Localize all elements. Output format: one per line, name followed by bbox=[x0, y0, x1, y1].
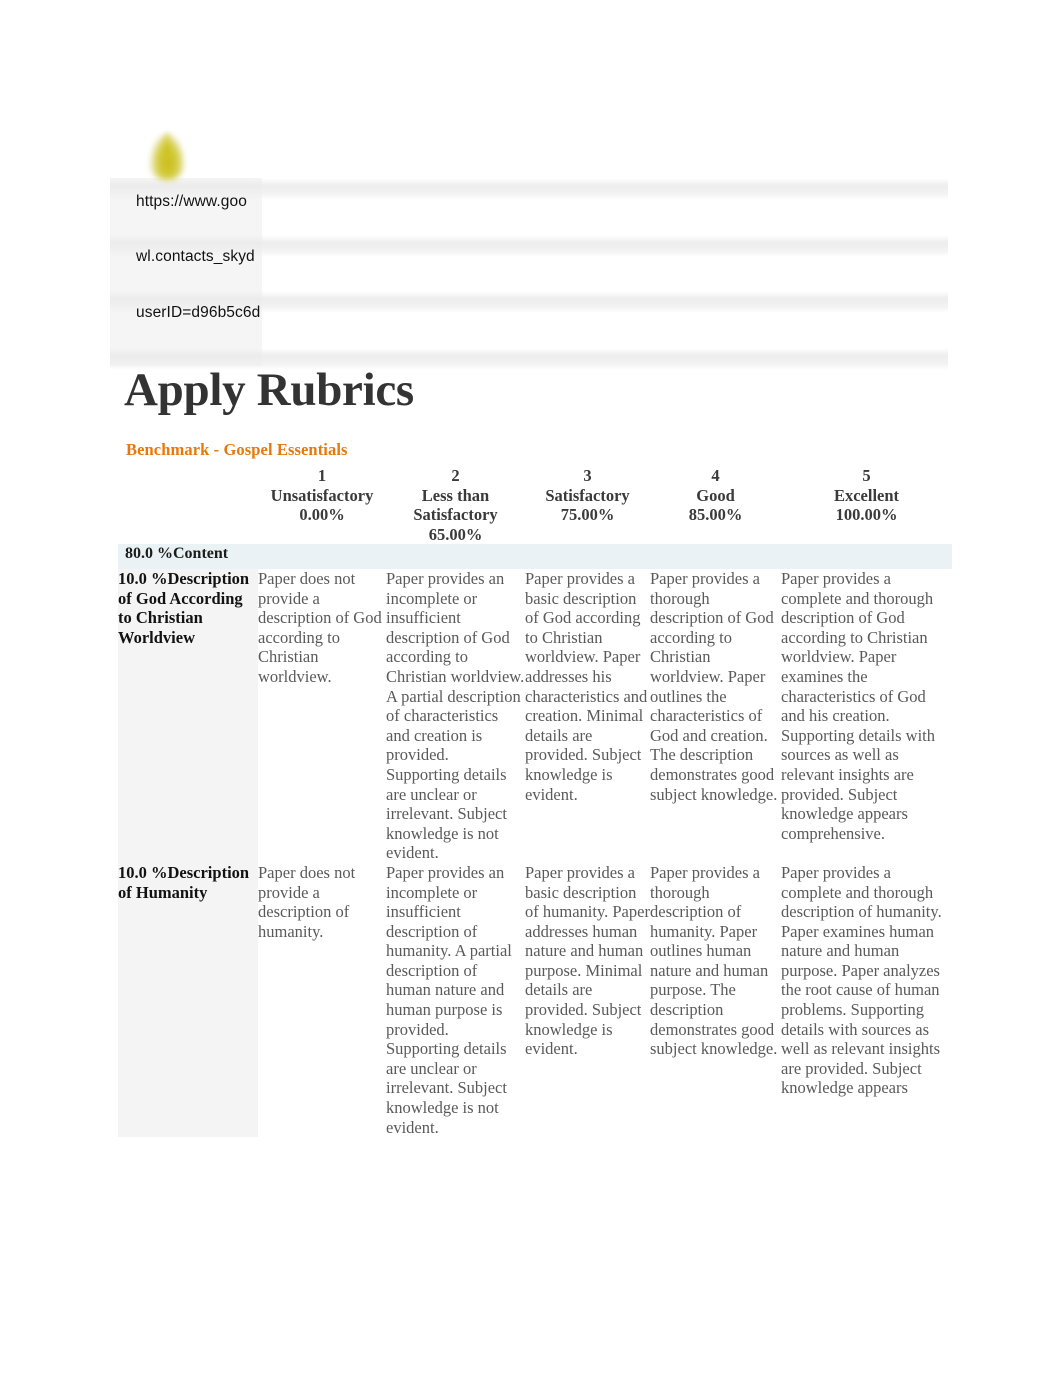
cell-text: Paper provides a thorough description of… bbox=[650, 862, 778, 1059]
cell-text: Paper provides a thorough description of… bbox=[650, 569, 778, 804]
column-number: 2 bbox=[451, 466, 460, 485]
cell-text: Paper provides a basic description of Go… bbox=[525, 569, 648, 804]
section-band-fill bbox=[781, 544, 952, 569]
column-label: Satisfactory bbox=[545, 485, 630, 505]
cell-text: Paper does not provide a description of … bbox=[258, 569, 382, 686]
column-header-3: 3 Satisfactory 75.00% bbox=[525, 466, 650, 544]
criterion-cell-satisfactory: Paper provides a basic description of Go… bbox=[525, 569, 650, 863]
header-url-line-3: userID=d96b5c6d bbox=[136, 304, 261, 321]
criterion-cell-unsatisfactory: Paper does not provide a description of … bbox=[258, 569, 386, 863]
criterion-cell-satisfactory: Paper provides a basic description of hu… bbox=[525, 862, 650, 1138]
column-header-5: 5 Excellent 100.00% bbox=[781, 466, 952, 544]
cell-text: Paper provides a complete and thorough d… bbox=[781, 862, 942, 1098]
column-percent: 75.00% bbox=[560, 505, 615, 524]
criterion-label: 10.0 %Description of Humanity bbox=[118, 862, 258, 1138]
rubric-name-heading: Benchmark - Gospel Essentials bbox=[126, 440, 348, 459]
page-bottom-clip bbox=[0, 1248, 1062, 1377]
cell-text: Paper provides a complete and thorough d… bbox=[781, 569, 935, 843]
criterion-cell-unsatisfactory: Paper does not provide a description of … bbox=[258, 862, 386, 1138]
criterion-cell-good: Paper provides a thorough description of… bbox=[650, 569, 781, 863]
column-percent: 65.00% bbox=[428, 524, 483, 544]
section-band-fill bbox=[386, 544, 525, 569]
column-number: 1 bbox=[317, 466, 327, 485]
document-header: https://www.goo wl.contacts_skyd userID=… bbox=[110, 130, 948, 370]
section-band-row: 80.0 %Content bbox=[118, 544, 952, 569]
table-header-row: 1 Unsatisfactory 0.00% 2 Less than Satis… bbox=[118, 466, 952, 544]
cell-text: Paper provides a basic description of hu… bbox=[525, 862, 650, 1059]
section-band-fill bbox=[525, 544, 650, 569]
section-band-fill bbox=[650, 544, 781, 569]
column-label: Less than Satisfactory bbox=[413, 485, 498, 525]
column-number: 5 bbox=[862, 466, 871, 485]
criterion-label: 10.0 %Description of God According to Ch… bbox=[118, 569, 258, 863]
rubric-table: 1 Unsatisfactory 0.00% 2 Less than Satis… bbox=[118, 466, 952, 1138]
page-title: Apply Rubrics bbox=[124, 364, 414, 416]
table-corner-header bbox=[118, 466, 258, 544]
cell-text: Paper provides an incomplete or insuffic… bbox=[386, 569, 525, 863]
cell-text: Paper provides an incomplete or insuffic… bbox=[386, 862, 512, 1137]
column-label: Unsatisfactory bbox=[270, 485, 374, 505]
section-title: 80.0 %Content bbox=[118, 544, 258, 569]
column-label: Excellent bbox=[833, 485, 900, 505]
column-header-1: 1 Unsatisfactory 0.00% bbox=[258, 466, 386, 544]
column-percent: 100.00% bbox=[835, 505, 898, 524]
column-percent: 85.00% bbox=[688, 505, 743, 524]
criterion-cell-less-than-satisfactory: Paper provides an incomplete or insuffic… bbox=[386, 862, 525, 1138]
flame-logo-icon bbox=[142, 130, 198, 184]
column-number: 3 bbox=[583, 466, 592, 485]
document-page: https://www.goo wl.contacts_skyd userID=… bbox=[0, 0, 1062, 1377]
column-percent: 0.00% bbox=[299, 505, 345, 524]
table-row: 10.0 %Description of God According to Ch… bbox=[118, 569, 952, 863]
criterion-cell-good: Paper provides a thorough description of… bbox=[650, 862, 781, 1138]
column-header-2: 2 Less than Satisfactory 65.00% bbox=[386, 466, 525, 544]
header-url-line-2: wl.contacts_skyd bbox=[136, 248, 255, 265]
column-number: 4 bbox=[711, 466, 720, 485]
section-band-fill bbox=[258, 544, 386, 569]
column-label: Good bbox=[696, 485, 735, 505]
table-row: 10.0 %Description of Humanity Paper does… bbox=[118, 862, 952, 1138]
column-header-4: 4 Good 85.00% bbox=[650, 466, 781, 544]
criterion-cell-excellent: Paper provides a complete and thorough d… bbox=[781, 862, 952, 1138]
header-url-line-1: https://www.goo bbox=[136, 193, 247, 210]
cell-text: Paper does not provide a description of … bbox=[258, 862, 356, 941]
criterion-cell-less-than-satisfactory: Paper provides an incomplete or insuffic… bbox=[386, 569, 525, 863]
criterion-cell-excellent: Paper provides a complete and thorough d… bbox=[781, 569, 952, 863]
